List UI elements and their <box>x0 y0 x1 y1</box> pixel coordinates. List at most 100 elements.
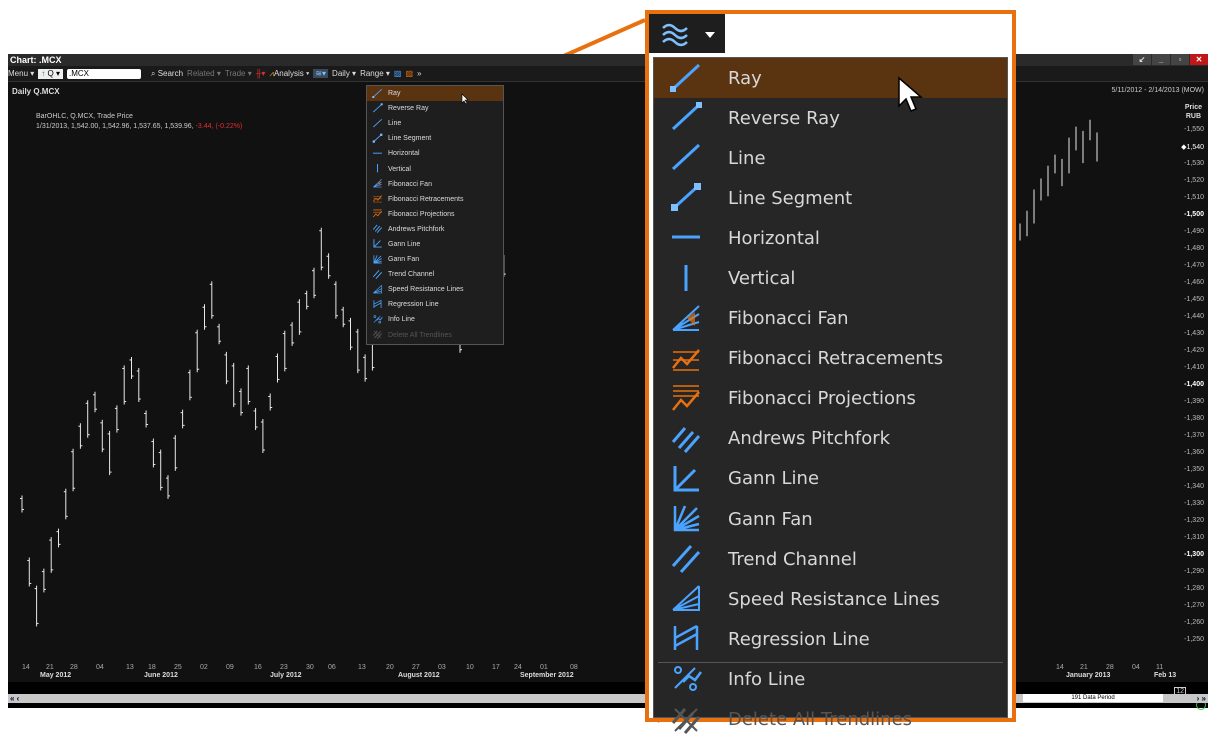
menu-item-fibonacci-retracements[interactable]: Fibonacci Retracements <box>367 192 503 207</box>
drawing-tools-menu-zoomed: Ray Reverse Ray Line Line Segment Horizontal… <box>653 57 1008 734</box>
price-tick-label: -1,340 <box>1184 483 1204 490</box>
menu-item-ray[interactable]: Ray <box>654 58 1007 99</box>
menu-item-fibonacci-projections[interactable]: Fibonacci Projections <box>367 207 503 222</box>
minimize-button[interactable]: _ <box>1152 54 1170 65</box>
menu-item-fibonacci-retracements[interactable]: Fibonacci Retracements <box>654 339 1007 379</box>
ohlc-bar <box>136 368 141 402</box>
scroll-left-button[interactable]: « ‹ <box>10 694 19 703</box>
menu-item-regression-line[interactable]: Regression Line <box>367 297 503 312</box>
menu-item-gann-line[interactable]: Gann Line <box>367 237 503 252</box>
quote-button[interactable]: ↑ Q ▾ <box>38 68 63 79</box>
info-line-icon <box>371 314 383 326</box>
data-period[interactable]: 191 Data Period <box>1023 694 1163 702</box>
menu-item-andrews-pitchfork[interactable]: Andrews Pitchfork <box>367 222 503 237</box>
line-chart-icon[interactable]: ▨ <box>394 69 402 78</box>
menu-item-ray[interactable]: Ray <box>367 86 503 102</box>
ohlc-bar <box>187 369 192 401</box>
analysis-menu[interactable]: ⩘Analysis ▾ <box>269 69 309 79</box>
price-chart[interactable]: Daily Q.MCX BarOHLC, Q.MCX, Trade Price … <box>8 82 1208 710</box>
interval-menu[interactable]: Daily ▾ <box>332 69 356 78</box>
fib-icon[interactable]: ▨ <box>405 69 413 78</box>
menu-item-fibonacci-fan[interactable]: Fibonacci Fan <box>367 177 503 192</box>
price-tick-label: -1,520 <box>1184 177 1204 184</box>
menu-item-reverse-ray[interactable]: Reverse Ray <box>367 101 503 116</box>
fibonacci-fan-icon <box>666 303 706 335</box>
menu-item-horizontal-line[interactable]: Horizontal <box>367 146 503 161</box>
menu-item-regression-line[interactable]: Regression Line <box>654 619 1007 659</box>
trade-menu[interactable]: Trade ▾ <box>225 69 252 78</box>
window-titlebar: Chart: .MCX ↙ _ ▫ ✕ <box>8 54 1208 66</box>
menu-item-vertical-line[interactable]: Vertical <box>654 258 1007 298</box>
date-tick-label: 14 <box>1056 664 1064 671</box>
menu-item-andrews-pitchfork[interactable]: Andrews Pitchfork <box>654 419 1007 459</box>
price-tick-label: -1,410 <box>1184 364 1204 371</box>
menu-item-gann-fan[interactable]: Gann Fan <box>367 252 503 267</box>
chart-toolbar: Menu ▾ ↑ Q ▾ .MCX ⌕ Search Related ▾ Tra… <box>8 66 1208 82</box>
bar-type-icon[interactable]: ╫▾ <box>256 69 266 78</box>
date-tick-label: 28 <box>1106 664 1114 671</box>
line-icon <box>666 142 706 174</box>
price-tick-label: -1,550 <box>1184 126 1204 133</box>
ohlc-bar <box>63 488 68 520</box>
more-icon[interactable]: » <box>417 69 421 78</box>
ohlc-bar <box>260 419 265 453</box>
trend-channel-icon <box>371 269 383 281</box>
date-tick-label: 13 <box>358 664 366 671</box>
menu-item-label: Line <box>388 120 402 128</box>
range-menu[interactable]: Range ▾ <box>360 69 390 78</box>
fibonacci-projections-icon <box>666 383 706 415</box>
menu-item-line[interactable]: Line <box>367 116 503 131</box>
drawing-tools-button[interactable]: ≋▾ <box>313 69 329 78</box>
menu-item-gann-fan[interactable]: Gann Fan <box>654 499 1007 539</box>
price-tick-label: -1,260 <box>1184 619 1204 626</box>
menu-item-fibonacci-projections[interactable]: Fibonacci Projections <box>654 379 1007 419</box>
menu-item-reverse-ray[interactable]: Reverse Ray <box>654 98 1007 138</box>
menu-item-fibonacci-fan[interactable]: Fibonacci Fan <box>654 299 1007 339</box>
menu-item-label: Fibonacci Retracements <box>388 195 464 203</box>
menu-item-speed-resistance[interactable]: Speed Resistance Lines <box>367 282 503 297</box>
vertical-line-icon <box>371 163 383 175</box>
reverse-ray-icon <box>371 102 383 115</box>
menu-item-label: Info Line <box>728 668 806 690</box>
drawing-tools-menu: Ray Reverse Ray Line Line Segment Horizontal… <box>366 85 504 345</box>
menu-item-gann-line[interactable]: Gann Line <box>654 459 1007 499</box>
menu-item-label: Ray <box>728 67 762 89</box>
menu-item-label: Fibonacci Retracements <box>728 348 944 370</box>
related-menu[interactable]: Related ▾ <box>187 69 221 78</box>
close-button[interactable]: ✕ <box>1190 54 1208 65</box>
ric-input[interactable]: .MCX <box>66 68 141 79</box>
menu-item-speed-resistance[interactable]: Speed Resistance Lines <box>654 579 1007 619</box>
menu-item-trend-channel[interactable]: Trend Channel <box>654 539 1007 579</box>
maximize-button[interactable]: ▫ <box>1171 54 1189 65</box>
restore-icon[interactable]: ↙ <box>1133 54 1151 65</box>
horizontal-line-icon <box>666 222 706 254</box>
menu-item-line[interactable]: Line <box>654 138 1007 178</box>
menu-item-trend-channel[interactable]: Trend Channel <box>367 267 503 282</box>
search-button[interactable]: ⌕ Search <box>151 69 183 79</box>
menu-button[interactable]: Menu ▾ <box>8 69 34 78</box>
menu-item-label: Andrews Pitchfork <box>728 428 891 450</box>
date-tick-label: 23 <box>280 664 288 671</box>
price-tick-label: -1,320 <box>1184 517 1204 524</box>
menu-item-horizontal-line[interactable]: Horizontal <box>654 218 1007 258</box>
ohlc-bar <box>202 304 207 330</box>
ohlc-bar <box>158 449 163 491</box>
scroll-right-button[interactable]: › » <box>1197 694 1206 703</box>
menu-item-info-line[interactable]: Info Line <box>367 312 503 327</box>
menu-item-label: Speed Resistance Lines <box>388 286 464 294</box>
price-tick-label: -1,280 <box>1184 585 1204 592</box>
ohlc-bar <box>290 322 295 346</box>
menu-item-line-segment[interactable]: Line Segment <box>367 131 503 146</box>
date-tick-label: 02 <box>200 664 208 671</box>
menu-item-vertical-line[interactable]: Vertical <box>367 161 503 176</box>
menu-item-line-segment[interactable]: Line Segment <box>654 178 1007 218</box>
ohlc-bar <box>27 557 32 587</box>
date-tick-label: 24 <box>514 664 522 671</box>
drawing-tools-button-zoomed[interactable] <box>649 14 725 53</box>
ohlc-bar <box>100 419 105 453</box>
scroll-bar[interactable]: « ‹ 191 Data Period › » <box>8 694 1208 703</box>
price-tick-label: -1,270 <box>1184 602 1204 609</box>
menu-item-label: Horizontal <box>728 227 820 249</box>
menu-item-info-line[interactable]: Info Line <box>654 659 1007 699</box>
ohlc-bar <box>341 306 346 328</box>
